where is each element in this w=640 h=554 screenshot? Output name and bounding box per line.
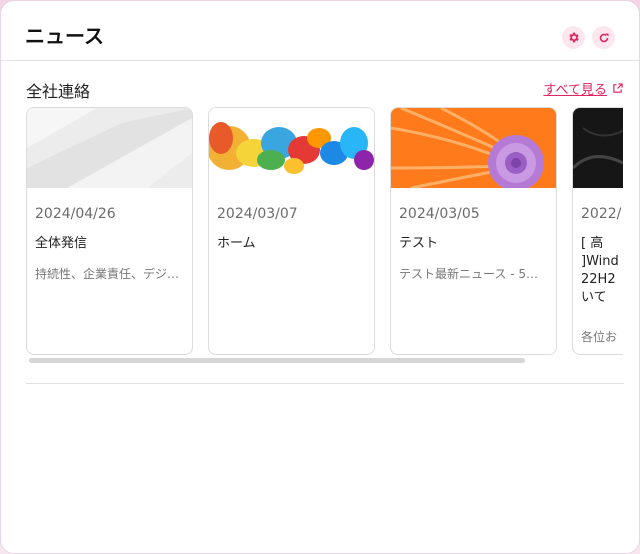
card-thumbnail [27,108,192,188]
news-card[interactable]: 2024/04/26 全体発信 持続性、企業責任、デジ… [26,107,193,355]
card-summary: テスト最新ニュース - 5… [399,267,538,281]
card-thumbnail [209,108,374,188]
news-card[interactable]: 2022/ [ 高 ]Wind 22H2 いて 各位お [572,107,623,355]
settings-button[interactable] [562,26,585,49]
card-summary: 持続性、企業責任、デジ… [35,267,180,281]
news-card[interactable]: 2024/03/05 テスト テスト最新ニュース - 5… [390,107,557,355]
refresh-button[interactable] [592,26,615,49]
card-date: 2024/03/07 [217,206,298,222]
news-panel: ニュース 全社連絡 すべて見る 2024/04/26 全体発信 持続性、企業責任… [0,0,640,554]
card-summary: 各位お [581,330,618,344]
panel-title: ニュース [25,24,104,48]
card-title: [ 高 ]Wind 22H2 いて [581,236,619,305]
external-link-icon [613,83,623,93]
card-title: ホーム [217,236,256,251]
news-card-list: 2024/04/26 全体発信 持続性、企業責任、デジ… 2024/03/07 [26,107,623,357]
see-all-label: すべて見る [543,83,607,98]
card-thumbnail [391,108,556,188]
section-divider [26,383,624,384]
card-title: 全体発信 [35,236,88,251]
news-card[interactable]: 2024/03/07 ホーム [208,107,375,355]
see-all-link[interactable]: すべて見る [543,79,623,98]
card-date: 2022/ [581,206,622,222]
card-date: 2024/03/05 [399,206,480,222]
card-title: テスト [399,236,439,251]
horizontal-scrollbar[interactable] [29,358,525,363]
section-title: 全社連絡 [26,82,91,101]
panel-header: ニュース [1,1,639,61]
refresh-icon [599,33,608,42]
card-date: 2024/04/26 [35,206,116,222]
gear-icon [569,32,579,43]
card-thumbnail [573,108,623,188]
